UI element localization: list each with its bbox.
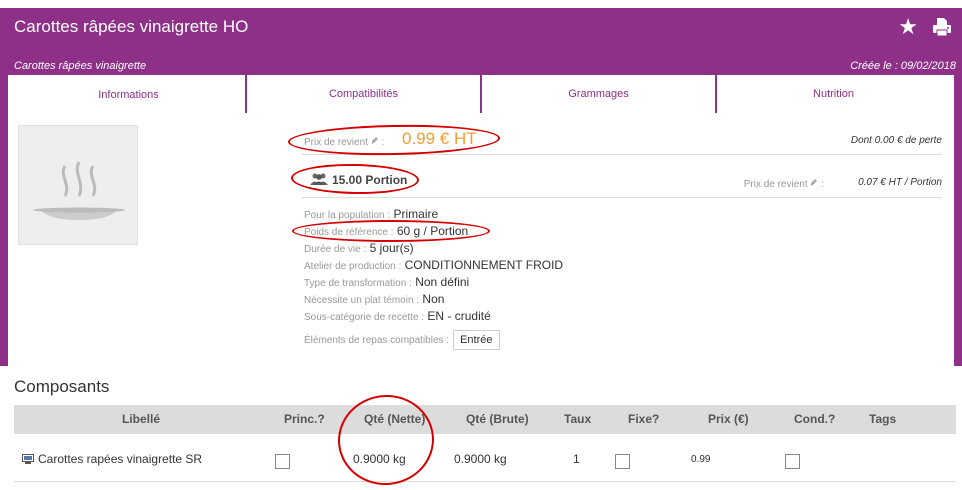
cost-row: Prix de revient : 0.99 € HT Dont 0.00 € … — [302, 125, 942, 155]
component-icon — [22, 454, 34, 464]
portion-cost-value: 0.07 € HT / Portion — [858, 177, 942, 188]
table-row: Carottes rapées vinaigrette SR 0.9000 kg… — [14, 434, 956, 482]
section-title-composants: Composants — [14, 377, 110, 396]
col-libelle[interactable]: Libellé — [122, 412, 160, 426]
col-princ[interactable]: Princ.? — [284, 412, 325, 426]
col-taux[interactable]: Taux — [564, 412, 591, 426]
detail-transformation-type: Type de transformation : Non défini — [304, 275, 470, 289]
col-tags[interactable]: Tags — [869, 412, 896, 426]
portion-cost-label: Prix de revient : — [743, 177, 824, 190]
tab-informations[interactable]: Informations — [12, 75, 245, 115]
compatible-elements: Éléments de repas compatibles : Entrée — [304, 330, 904, 350]
detail-shelf-life: Durée de vie : 5 jour(s) — [304, 241, 414, 255]
right-border — [954, 75, 962, 366]
portion-count: 15.00 Portion — [332, 173, 408, 187]
people-icon — [310, 173, 328, 185]
tab-nutrition[interactable]: Nutrition — [717, 75, 950, 113]
component-taux: 1 — [573, 452, 580, 466]
recipe-image-placeholder — [18, 125, 138, 245]
compatible-element-chip: Entrée — [453, 330, 500, 350]
col-prix[interactable]: Prix (€) — [708, 412, 749, 426]
fixe-checkbox[interactable] — [615, 454, 630, 469]
page-title: Carottes râpées vinaigrette HO — [14, 17, 249, 36]
detail-production-workshop: Atelier de production : CONDITIONNEMENT … — [304, 258, 564, 272]
loss-amount: Dont 0.00 € de perte — [850, 135, 942, 146]
detail-population: Pour la population : Primaire — [304, 207, 439, 221]
dish-icon — [33, 161, 125, 220]
tab-bar: Informations Compatibilités Grammages Nu… — [12, 75, 950, 115]
edit-icon[interactable] — [810, 177, 818, 187]
cost-value: 0.99 € HT — [402, 129, 477, 148]
left-border — [0, 75, 8, 366]
tab-grammages[interactable]: Grammages — [482, 75, 715, 113]
edit-icon[interactable] — [371, 135, 379, 145]
header-actions: ★ — [898, 16, 952, 38]
recipe-subtitle: Carottes râpées vinaigrette — [14, 60, 147, 72]
tab-compatibilites[interactable]: Compatibilités — [247, 75, 480, 113]
star-icon[interactable]: ★ — [898, 16, 918, 38]
component-qte-nette: 0.9000 kg — [353, 452, 406, 466]
print-icon[interactable] — [932, 17, 952, 37]
component-libelle[interactable]: Carottes rapées vinaigrette SR — [38, 452, 202, 466]
col-fixe[interactable]: Fixe? — [628, 412, 659, 426]
table-header: Libellé Princ.? Qté (Nette) Qté (Brute) … — [14, 405, 956, 434]
component-prix: 0.99 — [691, 454, 711, 465]
cond-checkbox[interactable] — [785, 454, 800, 469]
details-list: Pour la population : Primaire Poids de r… — [304, 207, 904, 350]
cost-label: Prix de revient : — [304, 135, 385, 148]
component-qte-brute: 0.9000 kg — [454, 452, 507, 466]
col-qte-brute[interactable]: Qté (Brute) — [466, 412, 529, 426]
detail-reference-weight: Poids de référence : 60 g / Portion — [304, 224, 469, 238]
col-cond[interactable]: Cond.? — [794, 412, 835, 426]
page-header: Carottes râpées vinaigrette HO ★ Carotte… — [0, 8, 962, 75]
princ-checkbox[interactable] — [275, 454, 290, 469]
detail-subcategory: Sous-catégorie de recette : EN - crudité — [304, 309, 491, 323]
detail-witness-dish: Nécessite un plat témoin : Non — [304, 292, 445, 306]
portion-row: 15.00 Portion Prix de revient : 0.07 € H… — [302, 158, 942, 198]
created-date: Créée le : 09/02/2018 — [850, 60, 956, 72]
compatible-elements-label: Éléments de repas compatibles : — [304, 334, 450, 346]
col-qte-nette[interactable]: Qté (Nette) — [364, 412, 425, 426]
info-panel: Prix de revient : 0.99 € HT Dont 0.00 € … — [8, 115, 954, 367]
